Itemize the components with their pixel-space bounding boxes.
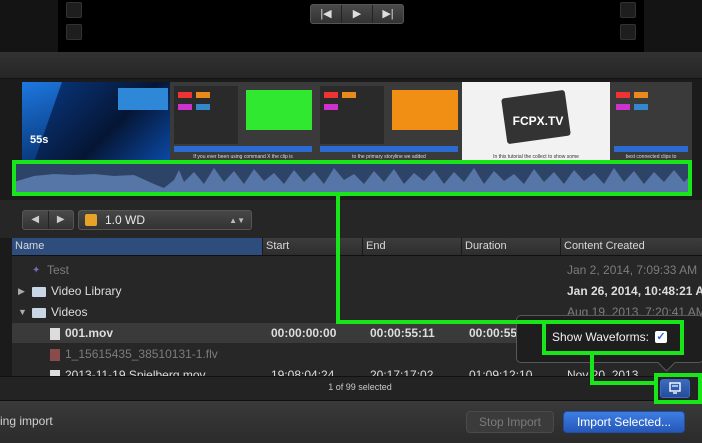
row-start: 00:00:00:00 (271, 326, 337, 340)
folder-icon (32, 307, 46, 318)
forward-arrow-icon[interactable]: ▶ (49, 211, 74, 229)
column-header-end[interactable]: End (362, 238, 461, 255)
disclosure-triangle-icon[interactable]: ▶ (18, 281, 25, 301)
stop-import-button[interactable]: Stop Import (466, 411, 554, 433)
table-header: Name Start End Duration Content Created (12, 238, 702, 256)
go-to-start-icon[interactable]: |◀ (311, 5, 342, 23)
filmstrip-thumb: If you ever been using command X the cli… (170, 82, 316, 162)
disclosure-triangle-icon[interactable]: ▼ (18, 302, 27, 322)
annotation-line (336, 196, 340, 324)
row-start: 19:08:04:24 (271, 368, 335, 376)
row-name: 1_15615435_38510131-1.flv (65, 347, 218, 361)
transport-controls: |◀ ▶ ▶| (310, 4, 404, 24)
movie-file-icon (50, 327, 60, 340)
checkbox-highlight (542, 320, 684, 355)
filmstrip-thumb: FCPX.TV In this tutorial the collect to … (462, 82, 610, 162)
folder-icon (32, 286, 46, 297)
column-header-name[interactable]: Name (12, 238, 262, 255)
column-header-duration[interactable]: Duration (461, 238, 560, 255)
nav-buttons: ◀ ▶ (22, 210, 74, 230)
annotation-line (336, 320, 542, 324)
film-sprocket (620, 24, 636, 40)
filmstrip-thumb: best connected clips to (610, 82, 692, 162)
row-end: 20:17:17:02 (370, 368, 434, 376)
button-highlight (654, 373, 702, 404)
row-duration: 01:09:12:10 (469, 368, 533, 376)
transport-bar (0, 52, 702, 79)
film-sprocket (66, 24, 82, 40)
filmstrip-thumb: to the primary storyline we added (316, 82, 462, 162)
table-row[interactable]: 2013-11-19 Spielberg.mov 19:08:04:24 20:… (12, 365, 702, 376)
column-header-start[interactable]: Start (262, 238, 362, 255)
unsupported-file-icon (50, 348, 60, 361)
volume-name: 1.0 WD (105, 213, 146, 227)
row-name: 2013-11-19 Spielberg.mov (65, 368, 206, 376)
row-name: Videos (51, 305, 88, 319)
row-created: Nov 20, 2013 (567, 368, 639, 376)
row-name: Video Library (51, 284, 122, 298)
row-end: 00:00:55:11 (370, 326, 435, 340)
fcpx-logo: FCPX.TV (512, 114, 564, 128)
row-duration: 00:00:55 (469, 326, 518, 340)
selection-count: 1 of 99 selected (328, 382, 392, 392)
hard-drive-icon (85, 214, 97, 226)
table-row[interactable]: ✦ Test Jan 2, 2014, 7:09:33 AM (12, 260, 702, 280)
waveform-highlight (12, 160, 692, 196)
play-icon[interactable]: ▶ (342, 5, 373, 23)
row-created: Jan 26, 2014, 10:48:21 AM (567, 284, 702, 298)
go-to-end-icon[interactable]: ▶| (373, 5, 403, 23)
back-arrow-icon[interactable]: ◀ (23, 211, 49, 229)
popup-arrows-icon: ▲▼ (229, 215, 245, 225)
annotation-line (590, 381, 654, 385)
clip-timecode: 55s (30, 134, 49, 146)
event-icon: ✦ (32, 264, 41, 276)
table-row[interactable]: ▶ Video Library Jan 26, 2014, 10:48:21 A… (12, 281, 702, 301)
column-header-content-created[interactable]: Content Created (560, 238, 702, 255)
row-name: 001.mov (65, 326, 114, 340)
film-sprocket (66, 2, 82, 18)
volume-popup[interactable]: 1.0 WD ▲▼ (78, 210, 252, 230)
row-created: Jan 2, 2014, 7:09:33 AM (567, 263, 698, 277)
clip-filmstrip[interactable]: 55s If you ever been using command X the… (22, 82, 692, 162)
row-name: Test (47, 263, 70, 277)
film-sprocket (620, 2, 636, 18)
import-selected-button[interactable]: Import Selected... (563, 411, 685, 433)
filmstrip-thumb: 55s (22, 82, 170, 162)
import-status-text: ing import (0, 414, 53, 428)
